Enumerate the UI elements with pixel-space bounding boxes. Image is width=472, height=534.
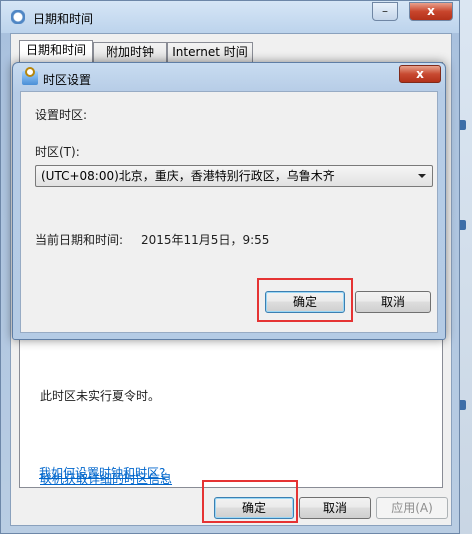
- dialog-cancel-button[interactable]: 取消: [355, 291, 431, 313]
- tab-additional-clocks[interactable]: 附加时钟: [93, 42, 167, 62]
- cancel-button[interactable]: 取消: [299, 497, 371, 519]
- how-to-set-clock-link[interactable]: 我如何设置时钟和时区?: [39, 464, 165, 481]
- timezone-select[interactable]: (UTC+08:00)北京，重庆，香港特别行政区，乌鲁木齐: [35, 165, 433, 187]
- highlight-box-dialog-ok: [257, 278, 353, 322]
- apply-button[interactable]: 应用(A): [376, 497, 448, 519]
- set-timezone-heading: 设置时区:: [35, 108, 88, 122]
- chevron-down-icon: [418, 174, 426, 178]
- timezone-icon: [22, 67, 38, 85]
- dialog-close-button[interactable]: x: [399, 65, 441, 83]
- timezone-settings-dialog: 时区设置 x 设置时区: 时区(T): (UTC+08:00)北京，重庆，香港特…: [12, 62, 446, 340]
- window-title: 日期和时间: [33, 12, 94, 26]
- current-datetime-label: 当前日期和时间:: [35, 233, 124, 247]
- current-datetime-value: 2015年11月5日，9:55: [141, 233, 270, 247]
- clock-icon: [11, 10, 25, 24]
- minimize-button[interactable]: –: [372, 2, 398, 21]
- dialog-title: 时区设置: [43, 73, 92, 87]
- timezone-label: 时区(T):: [35, 145, 80, 159]
- tab-date-time[interactable]: 日期和时间: [19, 40, 93, 63]
- dst-notice: 此时区未实行夏令时。: [40, 389, 161, 403]
- timezone-select-value: (UTC+08:00)北京，重庆，香港特别行政区，乌鲁木齐: [41, 169, 335, 183]
- title-bar[interactable]: 日期和时间 – x: [1, 1, 459, 33]
- tab-internet-time[interactable]: Internet 时间: [167, 42, 253, 62]
- close-button[interactable]: x: [409, 2, 453, 21]
- highlight-box-main-ok: [202, 480, 298, 523]
- dialog-client-area: 设置时区: 时区(T): (UTC+08:00)北京，重庆，香港特别行政区，乌鲁…: [20, 91, 438, 333]
